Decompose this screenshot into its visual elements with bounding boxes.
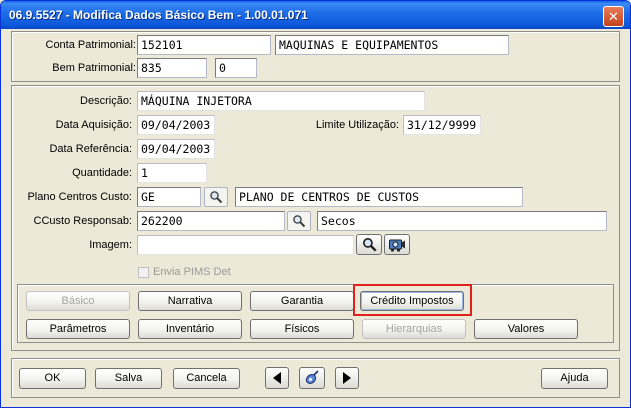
- conta-desc-field[interactable]: MAQUINAS E EQUIPAMENTOS: [275, 35, 509, 55]
- plano-code-field[interactable]: GE: [137, 187, 201, 207]
- ccusto-label: CCusto Responsab:: [33, 215, 132, 227]
- tab-narrativa[interactable]: Narrativa: [138, 291, 242, 311]
- ccusto-search-button[interactable]: [287, 211, 311, 231]
- close-button[interactable]: ✕: [603, 6, 624, 27]
- envia-pims-checkbox[interactable]: [138, 267, 149, 278]
- descricao-label: Descrição:: [80, 95, 132, 107]
- pen-tool-icon: [305, 370, 319, 384]
- ajuda-button[interactable]: Ajuda: [541, 368, 608, 389]
- arrow-left-icon: [273, 372, 281, 384]
- tab-hierarquias[interactable]: Hierarquias: [362, 319, 466, 339]
- tab-inventario[interactable]: Inventário: [138, 319, 242, 339]
- descricao-field[interactable]: MÁQUINA INJETORA: [137, 91, 425, 111]
- ccusto-desc-field[interactable]: Secos: [317, 211, 607, 231]
- next-button[interactable]: [335, 367, 359, 389]
- tab-basico[interactable]: Básico: [26, 291, 130, 311]
- arrow-right-icon: [343, 372, 351, 384]
- limite-field[interactable]: 31/12/9999: [403, 115, 481, 135]
- cancela-button[interactable]: Cancela: [173, 368, 240, 389]
- conta-code-field[interactable]: 152101: [137, 35, 271, 55]
- dialog-window: 06.9.5527 - Modifica Dados Básico Bem - …: [0, 0, 631, 408]
- imagem-label: Imagem:: [89, 239, 132, 251]
- tab-parametros[interactable]: Parâmetros: [26, 319, 130, 339]
- envia-pims-label: Envia PIMS Det: [153, 266, 231, 278]
- bem-seq-field[interactable]: 0: [215, 58, 257, 78]
- title-bar[interactable]: 06.9.5527 - Modifica Dados Básico Bem - …: [1, 1, 630, 29]
- magnifier-icon: [362, 238, 377, 252]
- tab-valores[interactable]: Valores: [474, 319, 578, 339]
- plano-label: Plano Centros Custo:: [27, 191, 132, 203]
- close-icon: ✕: [608, 9, 619, 24]
- imagem-field[interactable]: [137, 235, 354, 255]
- imagem-search-button[interactable]: [356, 234, 382, 255]
- goto-button[interactable]: [299, 367, 325, 389]
- imagem-view-button[interactable]: [384, 234, 410, 255]
- tab-fisicos[interactable]: Físicos: [250, 319, 354, 339]
- magnifier-icon: [293, 215, 306, 228]
- quantidade-label: Quantidade:: [72, 167, 132, 179]
- window-title: 06.9.5527 - Modifica Dados Básico Bem - …: [9, 8, 308, 22]
- quantidade-field[interactable]: 1: [137, 163, 207, 183]
- ok-button[interactable]: OK: [19, 368, 86, 389]
- limite-label: Limite Utilização:: [315, 119, 399, 131]
- data-referencia-field[interactable]: 09/04/2003: [137, 139, 215, 159]
- tab-garantia[interactable]: Garantia: [250, 291, 354, 311]
- plano-search-button[interactable]: [204, 187, 228, 207]
- magnifier-icon: [210, 191, 223, 204]
- data-aquisicao-field[interactable]: 09/04/2003: [137, 115, 215, 135]
- data-aquisicao-label: Data Aquisição:: [55, 119, 132, 131]
- bem-code-field[interactable]: 835: [137, 58, 207, 78]
- plano-desc-field[interactable]: PLANO DE CENTROS DE CUSTOS: [235, 187, 523, 207]
- data-referencia-label: Data Referência:: [49, 143, 132, 155]
- previous-button[interactable]: [265, 367, 289, 389]
- camera-icon: [389, 239, 405, 252]
- bem-label: Bem Patrimonial:: [52, 62, 136, 74]
- ccusto-code-field[interactable]: 262200: [137, 211, 285, 231]
- salva-button[interactable]: Salva: [95, 368, 162, 389]
- highlight-box: [353, 284, 472, 316]
- conta-label: Conta Patrimonial:: [45, 39, 137, 51]
